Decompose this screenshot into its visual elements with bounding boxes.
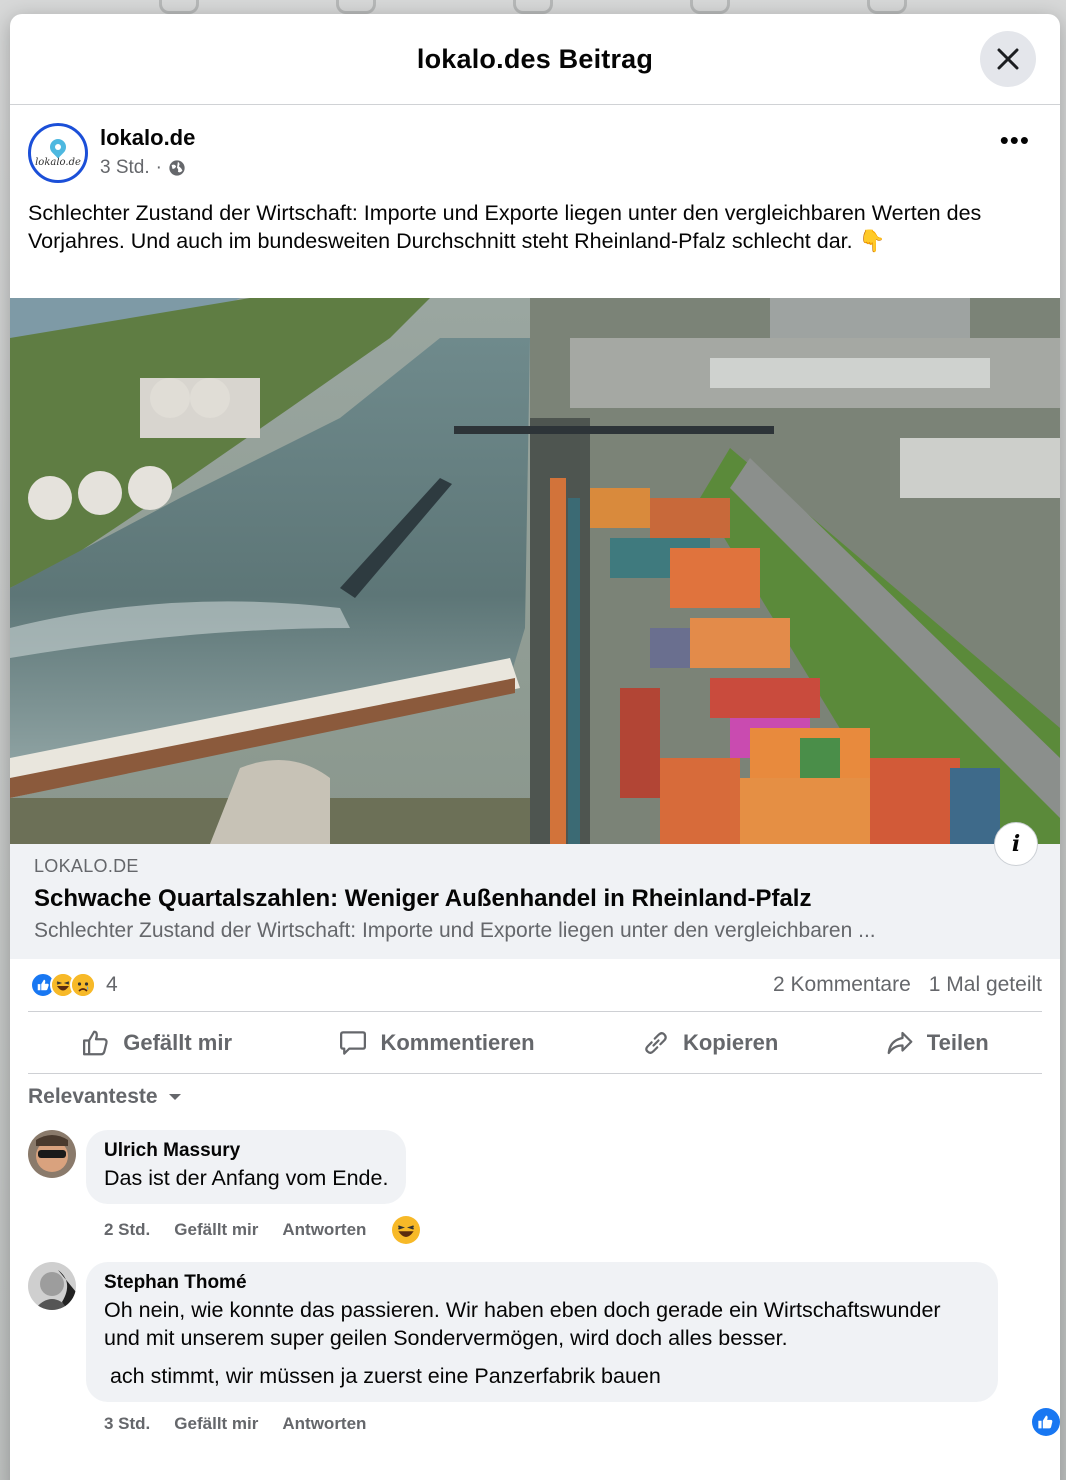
info-button[interactable]: i [994,822,1038,866]
copy-label: Kopieren [682,1029,779,1055]
post-text: Schlechter Zustand der Wirtschaft: Impor… [28,201,982,253]
close-button[interactable] [980,31,1036,87]
stats-links: 2 Kommentare 1 Mal geteilt [773,973,1042,997]
sort-label: Relevanteste [28,1085,158,1108]
comment-text: Das ist der Anfang vom Ende. [104,1166,389,1190]
dialog-header: lokalo.des Beitrag [10,14,1060,105]
groups-icon [690,0,731,14]
meta-separator: · [155,157,162,178]
dialog-title: lokalo.des Beitrag [416,43,654,74]
post-author[interactable]: lokalo.de [100,125,195,151]
commenter-name[interactable]: Stephan Thomé [104,1272,980,1294]
comment-button[interactable]: Kommentieren [338,1028,535,1058]
like-label: Gefällt mir [123,1029,233,1055]
comment-time[interactable]: 3 Std. [104,1414,150,1434]
sad-icon [70,972,96,998]
share-button[interactable]: Teilen [885,1028,989,1058]
harbor-aerial-photo [10,298,1060,844]
share-label: Teilen [926,1029,989,1055]
comment-reply-button[interactable]: Antworten [282,1220,366,1240]
reaction-summary[interactable]: 4 [30,972,118,998]
comment-time[interactable]: 2 Std. [104,1220,150,1240]
post-stats: 4 2 Kommentare 1 Mal geteilt [10,959,1060,1011]
friends-icon [335,0,376,14]
gaming-icon [867,0,908,14]
marketplace-icon [512,0,553,14]
comment-reply-button[interactable]: Antworten [282,1414,366,1434]
commenter-avatar[interactable] [28,1262,76,1310]
comment-sort-dropdown[interactable]: Relevanteste [10,1074,1060,1120]
post-header: lokalo.de lokalo.de 3 Std. · ••• [10,105,1060,195]
haha-icon[interactable] [392,1216,421,1244]
link-icon [645,1031,667,1054]
location-pin-icon [46,135,70,158]
comment-icon [340,1030,367,1055]
link-title[interactable]: Schwache Quartalszahlen: Weniger Außenha… [34,885,1036,913]
comment-text-continued: ach stimmt, wir müssen ja zuerst eine Pa… [104,1364,661,1388]
like-button[interactable]: Gefällt mir [81,1028,232,1058]
page-avatar[interactable]: lokalo.de [28,123,88,183]
comment-text: Oh nein, wie konnte das passieren. Wir h… [104,1298,941,1350]
comment-meta: 2 Std. Gefällt mir Antworten [86,1204,1060,1244]
comment-item: Ulrich Massury Das ist der Anfang vom En… [10,1130,1060,1244]
link-preview[interactable]: i LOKALO.DE Schwache Quartalszahlen: Wen… [10,822,1060,959]
post-image[interactable] [10,298,1060,844]
comment-like-button[interactable]: Gefällt mir [174,1414,258,1434]
post-text-container: Schlechter Zustand der Wirtschaft: Impor… [10,195,1060,298]
comment-label: Kommentieren [380,1029,535,1055]
close-icon [997,48,1019,70]
commenter-name[interactable]: Ulrich Massury [104,1140,388,1162]
thumbs-up-icon [83,1030,108,1055]
post-dialog: lokalo.des Beitrag lokalo.de lokalo.de 3… [10,14,1060,1480]
caret-down-icon [168,1094,181,1100]
comment-bubble: Ulrich Massury Das ist der Anfang vom En… [86,1130,407,1204]
share-icon [887,1031,913,1054]
comment-item: Stephan Thomé Oh nein, wie konnte das pa… [10,1262,1060,1436]
globe-icon [169,160,185,176]
comment-meta: 3 Std. Gefällt mir Antworten [86,1402,1060,1436]
copy-button[interactable]: Kopieren [641,1028,778,1058]
like-icon[interactable] [1032,1408,1060,1436]
post-meta: 3 Std. · [100,157,186,179]
post-options-button[interactable]: ••• [1000,127,1030,153]
home-icon [158,0,199,14]
link-description: Schlechter Zustand der Wirtschaft: Impor… [34,919,876,942]
link-domain: LOKALO.DE [34,856,139,876]
action-bar: Gefällt mir Kommentieren Kopieren Teilen [28,1011,1042,1074]
comment-like-button[interactable]: Gefällt mir [174,1220,258,1240]
commenter-avatar[interactable] [28,1130,76,1178]
post-time[interactable]: 3 Std. [100,157,150,179]
comment-count[interactable]: 2 Kommentare [773,973,911,997]
share-count[interactable]: 1 Mal geteilt [929,973,1042,997]
reaction-count: 4 [106,973,118,996]
comment-bubble: Stephan Thomé Oh nein, wie konnte das pa… [86,1262,998,1402]
